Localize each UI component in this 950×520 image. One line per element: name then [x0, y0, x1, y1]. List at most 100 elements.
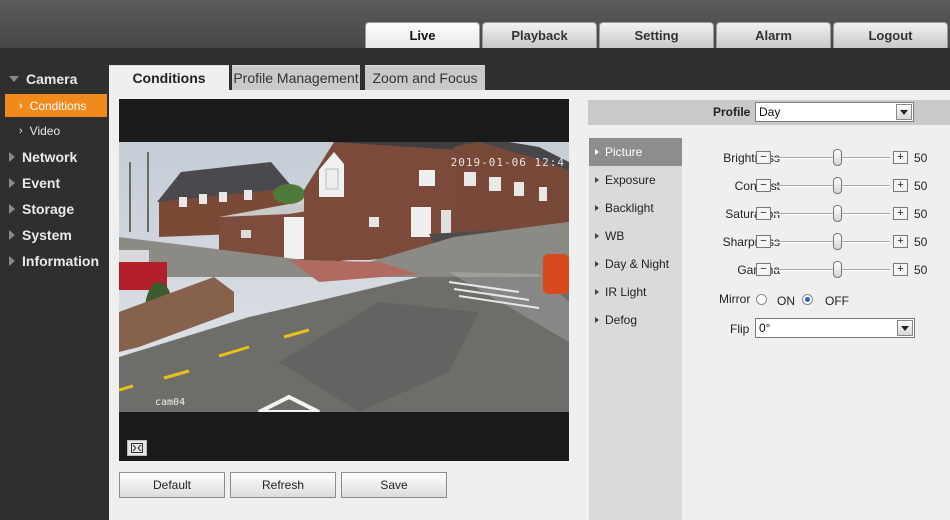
save-button[interactable]: Save — [341, 472, 447, 498]
menu-item-label: Exposure — [605, 173, 656, 187]
menu-item-day-night[interactable]: Day & Night — [589, 250, 682, 278]
flip-label: Flip — [730, 322, 750, 336]
sidebar-group-label: Information — [22, 253, 99, 269]
sub-tabs: Conditions Profile Management Zoom and F… — [109, 48, 950, 90]
saturation-increase-button[interactable]: + — [893, 207, 908, 220]
menu-item-label: Day & Night — [605, 257, 670, 271]
menu-item-defog[interactable]: Defog — [589, 306, 682, 334]
menu-item-label: Defog — [605, 313, 638, 327]
subtab-conditions[interactable]: Conditions — [109, 65, 229, 90]
triangle-right-icon — [9, 230, 15, 240]
default-button[interactable]: Default — [119, 472, 225, 498]
brightness-decrease-button[interactable]: − — [756, 151, 771, 164]
sidebar-item-label: Video — [29, 123, 61, 138]
sharpness-slider-thumb[interactable] — [832, 233, 842, 250]
triangle-right-icon — [595, 149, 599, 155]
profile-select[interactable]: Day — [755, 102, 914, 122]
sidebar-item-video[interactable]: › Video — [5, 119, 107, 142]
gamma-row: Gamma − + 50 — [682, 260, 950, 280]
tab-live[interactable]: Live — [365, 22, 480, 48]
triangle-right-icon — [595, 289, 599, 295]
mirror-off-label: OFF — [825, 294, 849, 308]
triangle-right-icon — [595, 177, 599, 183]
sidebar-group-label: System — [22, 227, 72, 243]
sharpness-label: Sharpness — [722, 235, 780, 249]
chevron-right-icon: › — [19, 124, 23, 137]
sidebar-group-label: Camera — [26, 71, 78, 87]
menu-item-exposure[interactable]: Exposure — [589, 166, 682, 194]
mirror-on-label: ON — [777, 294, 795, 308]
triangle-right-icon — [9, 204, 15, 214]
gamma-slider-thumb[interactable] — [832, 261, 842, 278]
sidebar-group-label: Network — [22, 149, 78, 165]
contrast-row: Contrast − + 50 — [682, 176, 950, 196]
sidebar-group-label: Event — [22, 175, 61, 191]
top-nav: Live Playback Setting Alarm Logout — [365, 22, 950, 48]
triangle-right-icon — [595, 205, 599, 211]
mirror-off-radio[interactable] — [802, 294, 813, 305]
chevron-right-icon: › — [19, 99, 23, 112]
tab-playback[interactable]: Playback — [482, 22, 597, 48]
sidebar-group-storage[interactable]: Storage — [0, 196, 109, 222]
menu-item-label: Backlight — [605, 201, 654, 215]
brightness-slider[interactable] — [774, 149, 890, 166]
triangle-down-icon — [9, 76, 19, 82]
contrast-decrease-button[interactable]: − — [756, 179, 771, 192]
brightness-slider-thumb[interactable] — [832, 149, 842, 166]
sharpness-decrease-button[interactable]: − — [756, 235, 771, 248]
video-preview: 2019-01-06 12:4 cam04 — [119, 99, 569, 461]
chevron-down-icon — [897, 320, 913, 336]
mirror-on-radio[interactable] — [756, 294, 767, 305]
menu-item-ir-light[interactable]: IR Light — [589, 278, 682, 306]
subtab-profile-management[interactable]: Profile Management — [232, 65, 360, 90]
refresh-button[interactable]: Refresh — [230, 472, 336, 498]
menu-item-wb[interactable]: WB — [589, 222, 682, 250]
triangle-right-icon — [9, 178, 15, 188]
sharpness-slider[interactable] — [774, 233, 890, 250]
flip-select-value: 0° — [759, 321, 771, 335]
sidebar-group-system[interactable]: System — [0, 222, 109, 248]
contrast-increase-button[interactable]: + — [893, 179, 908, 192]
menu-item-backlight[interactable]: Backlight — [589, 194, 682, 222]
brightness-increase-button[interactable]: + — [893, 151, 908, 164]
saturation-decrease-button[interactable]: − — [756, 207, 771, 220]
gamma-increase-button[interactable]: + — [893, 263, 908, 276]
sidebar-item-conditions[interactable]: › Conditions — [5, 94, 107, 117]
menu-item-picture[interactable]: Picture — [589, 138, 682, 166]
profile-label: Profile — [713, 105, 751, 119]
fullscreen-icon — [131, 443, 143, 453]
saturation-slider-thumb[interactable] — [832, 205, 842, 222]
chevron-down-icon — [896, 104, 912, 120]
action-buttons: Default Refresh Save — [119, 472, 452, 498]
sidebar-group-network[interactable]: Network — [0, 144, 109, 170]
brightness-value: 50 — [914, 151, 928, 165]
contrast-slider-thumb[interactable] — [832, 177, 842, 194]
flip-select[interactable]: 0° — [755, 318, 915, 338]
subtab-zoom-and-focus[interactable]: Zoom and Focus — [365, 65, 485, 90]
triangle-right-icon — [595, 317, 599, 323]
osd-timestamp: 2019-01-06 12:4 — [450, 156, 565, 169]
fullscreen-button[interactable] — [127, 440, 147, 456]
sidebar-group-event[interactable]: Event — [0, 170, 109, 196]
saturation-slider[interactable] — [774, 205, 890, 222]
tab-logout[interactable]: Logout — [833, 22, 948, 48]
mirror-label: Mirror — [719, 292, 751, 306]
tab-setting[interactable]: Setting — [599, 22, 714, 48]
saturation-value: 50 — [914, 207, 928, 221]
menu-item-label: IR Light — [605, 285, 647, 299]
sharpness-increase-button[interactable]: + — [893, 235, 908, 248]
menu-item-label: WB — [605, 229, 625, 243]
sidebar-group-label: Storage — [22, 201, 75, 217]
profile-bar: Profile Day — [588, 100, 950, 125]
triangle-right-icon — [595, 261, 599, 267]
sidebar-group-information[interactable]: Information — [0, 248, 109, 274]
triangle-right-icon — [9, 256, 15, 266]
triangle-right-icon — [595, 233, 599, 239]
profile-select-value: Day — [759, 105, 781, 119]
contrast-slider[interactable] — [774, 177, 890, 194]
sharpness-value: 50 — [914, 235, 928, 249]
sidebar-group-camera[interactable]: Camera — [0, 66, 109, 92]
gamma-slider[interactable] — [774, 261, 890, 278]
gamma-decrease-button[interactable]: − — [756, 263, 771, 276]
tab-alarm[interactable]: Alarm — [716, 22, 831, 48]
